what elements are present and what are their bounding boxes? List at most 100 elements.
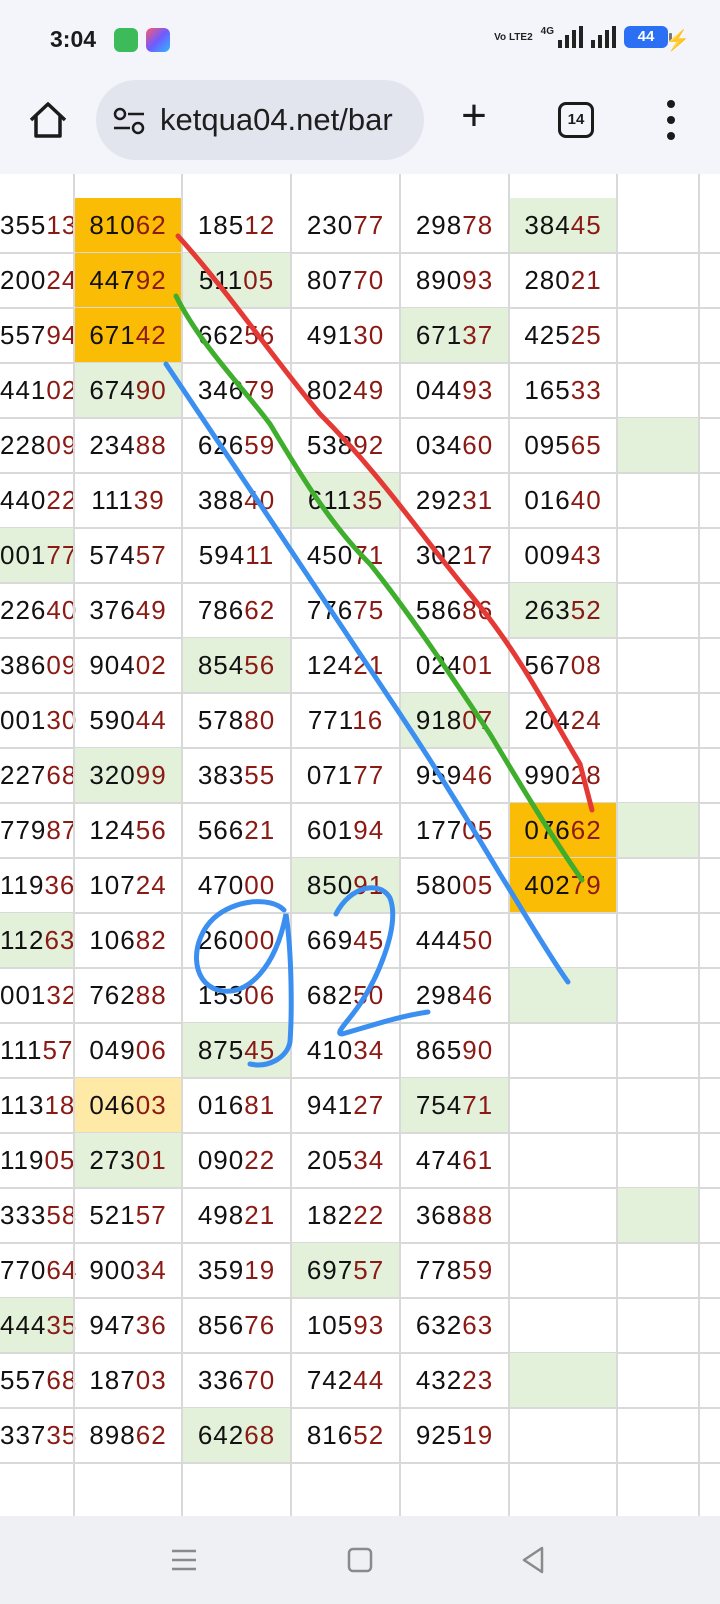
url-text[interactable]: ketqua04.net/bar [160, 102, 416, 138]
cell-last-two-digits: 81 [244, 1090, 276, 1120]
menu-icon[interactable] [162, 1538, 206, 1582]
cell-last-two-digits: 56 [244, 320, 276, 350]
new-tab-icon[interactable]: + [452, 94, 496, 140]
table-cell: 00130 [0, 693, 76, 747]
cell-last-two-digits: 45 [244, 1035, 276, 1065]
table-cell: 74244 [292, 1353, 399, 1407]
table-cell: 26352 [510, 583, 616, 637]
cell-leading-digits: 388 [197, 485, 245, 515]
cell-leading-digits: 580 [415, 870, 463, 900]
table-cell: 09565 [510, 418, 616, 472]
cell-last-two-digits: 25 [570, 320, 602, 350]
cell-leading-digits: 337 [0, 1420, 47, 1450]
cell-last-two-digits: 63 [44, 925, 76, 955]
cell-leading-digits: 810 [89, 210, 136, 240]
cell-leading-digits: 875 [197, 1035, 245, 1065]
table-cell: 51105 [183, 253, 290, 307]
table-cell: 89093 [401, 253, 508, 307]
table-cell: 59411 [183, 528, 290, 582]
table-cell: 20024 [0, 253, 76, 307]
app-green-icon [114, 28, 138, 52]
cell-leading-digits: 386 [0, 650, 47, 680]
table-cell: 47000 [183, 858, 290, 912]
column-divider [181, 174, 183, 1516]
table-cell: 42525 [510, 308, 616, 362]
cell-last-two-digits: 62 [244, 595, 276, 625]
table-cell [618, 913, 698, 967]
tabs-icon[interactable]: 14 [558, 102, 594, 138]
cell-last-two-digits: 35 [352, 485, 384, 515]
table-cell: 58686 [401, 583, 508, 637]
cell-last-two-digits: 61 [462, 1145, 494, 1175]
address-bar[interactable]: ketqua04.net/bar [96, 80, 424, 160]
cell-leading-digits: 990 [524, 760, 571, 790]
cell-last-two-digits: 40 [570, 485, 602, 515]
table-cell: 44450 [401, 913, 508, 967]
cell-leading-digits: 124 [306, 650, 354, 680]
table-cell: 12456 [75, 803, 181, 857]
table-cell: 01640 [510, 473, 616, 527]
signal-icon [558, 26, 583, 48]
site-settings-icon[interactable] [112, 106, 146, 136]
table-cell: 04603 [75, 1078, 181, 1132]
cell-last-two-digits: 93 [462, 375, 494, 405]
cell-last-two-digits: 90 [462, 1035, 494, 1065]
cell-leading-digits: 754 [415, 1090, 463, 1120]
cell-leading-digits: 521 [89, 1200, 136, 1230]
cell-last-two-digits: 71 [462, 1090, 494, 1120]
cell-leading-digits: 669 [306, 925, 354, 955]
cell-leading-digits: 611 [307, 485, 353, 515]
table-cell: 04906 [75, 1023, 181, 1077]
cell-leading-digits: 359 [197, 1255, 245, 1285]
table-cell: 37649 [75, 583, 181, 637]
home-square-icon[interactable] [338, 1538, 382, 1582]
table-cell: 89862 [75, 1408, 181, 1462]
cell-leading-digits: 111 [0, 1035, 43, 1065]
cell-leading-digits: 105 [306, 1310, 354, 1340]
cell-leading-digits: 770 [0, 1255, 47, 1285]
table-cell: 95946 [401, 748, 508, 802]
table-cell [510, 1243, 616, 1297]
cell-last-two-digits: 49 [353, 375, 385, 405]
table-cell [618, 638, 698, 692]
cell-leading-digits: 697 [306, 1255, 354, 1285]
table-row: 44435 94736 85676 10593 63263 [0, 1298, 720, 1354]
table-cell: 49821 [183, 1188, 290, 1242]
table-cell [618, 1023, 698, 1077]
table-row: 77987 12456 56621 60194 17705 07662 [0, 803, 720, 859]
cell-last-two-digits: 07 [462, 705, 494, 735]
table-cell: 61135 [292, 473, 399, 527]
table-cell: 66945 [292, 913, 399, 967]
cell-last-two-digits: 91 [353, 870, 385, 900]
table-cell: 64268 [183, 1408, 290, 1462]
table-cell: 44792 [75, 253, 181, 307]
home-icon[interactable] [26, 98, 70, 142]
table-cell [618, 693, 698, 747]
cell-last-two-digits: 40 [244, 485, 276, 515]
table-row: 00132 76288 15306 68250 29846 [0, 968, 720, 1024]
cell-last-two-digits: 05 [462, 870, 494, 900]
table-cell: 09022 [183, 1133, 290, 1187]
cell-leading-digits: 165 [524, 375, 571, 405]
table-cell: 23488 [75, 418, 181, 472]
cell-last-two-digits: 70 [244, 1365, 276, 1395]
cell-last-two-digits: 65 [570, 430, 602, 460]
cell-leading-digits: 511 [198, 265, 244, 295]
cell-last-two-digits: 28 [570, 760, 602, 790]
cell-last-two-digits: 49 [135, 595, 167, 625]
table-cell: 03460 [401, 418, 508, 472]
cell-leading-digits: 383 [197, 760, 245, 790]
table-cell: 12421 [292, 638, 399, 692]
table-cell: 77675 [292, 583, 399, 637]
table-row: 44102 67490 34679 80249 04493 16533 [0, 363, 720, 419]
more-icon[interactable] [656, 98, 686, 142]
table-cell: 53892 [292, 418, 399, 472]
table-cell: 44102 [0, 363, 76, 417]
back-icon[interactable] [512, 1538, 556, 1582]
cell-leading-digits: 336 [197, 1365, 245, 1395]
table-row: 11318 04603 01681 94127 75471 [0, 1078, 720, 1134]
cell-last-two-digits: 08 [570, 650, 602, 680]
table-cell: 56708 [510, 638, 616, 692]
table-cell: 56621 [183, 803, 290, 857]
cell-last-two-digits: 01 [135, 1145, 167, 1175]
